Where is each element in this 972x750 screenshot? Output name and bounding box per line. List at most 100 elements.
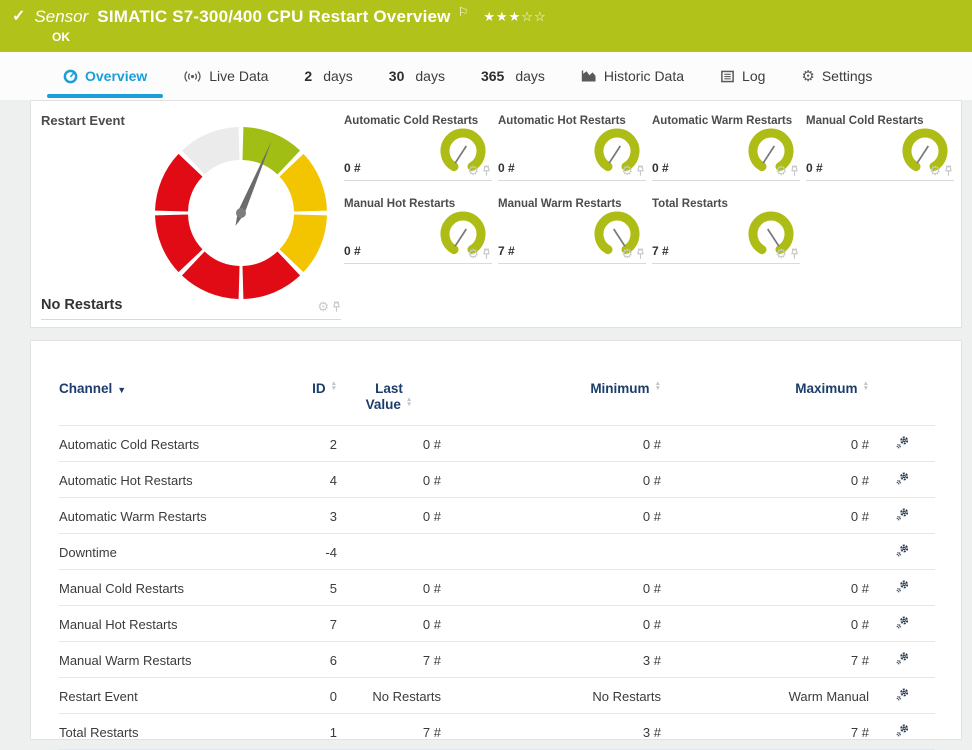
tab-overview[interactable]: Overview xyxy=(45,52,165,100)
gauges-panel: Restart Event No Restarts ⚙ Automatic Co… xyxy=(30,100,962,328)
channel-settings-icon xyxy=(895,723,910,738)
gear-icon[interactable]: ⚙ xyxy=(775,247,787,260)
pin-icon[interactable] xyxy=(790,248,799,260)
sort-toggle-icon[interactable]: ▲▼ xyxy=(863,381,869,391)
table-row: Manual Cold Restarts50 #0 #0 # xyxy=(59,570,935,606)
channels-panel: Channel▼ID▲▼Last Value▲▼Minimum▲▼Maximum… xyxy=(30,340,962,740)
cell-channel: Automatic Hot Restarts xyxy=(59,462,277,498)
cell-minimum: 0 # xyxy=(441,462,661,498)
cell-channel: Manual Cold Restarts xyxy=(59,570,277,606)
column-header-minimum[interactable]: Minimum▲▼ xyxy=(441,381,661,426)
mini-gauge-cell: Total Restarts7 #⚙ xyxy=(652,192,800,264)
object-kind-label: Sensor xyxy=(34,7,88,27)
tab-live-data[interactable]: Live Data xyxy=(165,52,286,100)
pin-icon[interactable] xyxy=(636,165,645,177)
mini-gauge-value: 0 # xyxy=(344,161,361,175)
channel-settings-button[interactable] xyxy=(895,471,910,489)
tab-label: Settings xyxy=(822,68,873,84)
cell-channel: Manual Hot Restarts xyxy=(59,606,277,642)
pin-icon[interactable] xyxy=(332,301,341,313)
gauge-cell-icons: ⚙ xyxy=(775,247,799,260)
sort-toggle-icon[interactable]: ▲▼ xyxy=(655,381,661,391)
channel-settings-button[interactable] xyxy=(895,651,910,669)
star-rating[interactable]: ★★★☆☆ xyxy=(483,9,546,25)
log-icon xyxy=(720,69,735,84)
column-header-channel[interactable]: Channel▼ xyxy=(59,381,277,426)
cell-channel: Total Restarts xyxy=(59,714,277,750)
channel-settings-icon xyxy=(895,435,910,450)
sort-desc-icon[interactable]: ▼ xyxy=(117,385,126,395)
gauge-icon xyxy=(63,69,78,84)
main-gauge-footer: No Restarts ⚙ xyxy=(41,297,341,320)
pin-icon[interactable] xyxy=(944,165,953,177)
content-area: Restart Event No Restarts ⚙ Automatic Co… xyxy=(0,100,972,730)
gear-icon[interactable]: ⚙ xyxy=(621,164,633,177)
column-header-maximum[interactable]: Maximum ▲▼ xyxy=(661,381,869,426)
pin-icon[interactable] xyxy=(790,165,799,177)
table-row: Total Restarts17 #3 #7 # xyxy=(59,714,935,750)
sort-toggle-icon[interactable]: ▲▼ xyxy=(406,397,412,407)
cell-id: -4 xyxy=(277,534,337,570)
cell-last-value: 0 # xyxy=(337,426,441,462)
tab-365-days[interactable]: 365days xyxy=(463,52,563,100)
column-header-label: ID xyxy=(312,381,326,396)
gear-icon[interactable]: ⚙ xyxy=(467,247,479,260)
channel-settings-button[interactable] xyxy=(895,723,910,741)
cell-last-value: 7 # xyxy=(337,642,441,678)
cell-maximum: 0 # xyxy=(661,498,869,534)
flag-icon[interactable]: ⚐ xyxy=(458,5,469,19)
cell-minimum: 3 # xyxy=(441,714,661,750)
cell-maximum: 0 # xyxy=(661,462,869,498)
tab-prefix: 2 xyxy=(304,68,312,84)
tab-2-days[interactable]: 2 days xyxy=(286,52,370,100)
pin-icon[interactable] xyxy=(482,165,491,177)
channel-settings-icon xyxy=(895,687,910,702)
column-header-id[interactable]: ID ▲▼ xyxy=(277,381,337,426)
cell-last-value: 0 # xyxy=(337,462,441,498)
channel-settings-button[interactable] xyxy=(895,507,910,525)
mini-gauge-value: 7 # xyxy=(652,244,669,258)
channel-settings-button[interactable] xyxy=(895,579,910,597)
gear-icon[interactable]: ⚙ xyxy=(317,300,329,313)
channel-settings-button[interactable] xyxy=(895,687,910,705)
cell-channel: Manual Warm Restarts xyxy=(59,642,277,678)
tab-30-days[interactable]: 30days xyxy=(371,52,463,100)
channel-settings-button[interactable] xyxy=(895,435,910,453)
mini-gauge-value: 0 # xyxy=(806,161,823,175)
cell-id: 2 xyxy=(277,426,337,462)
column-header-last-value[interactable]: Last Value▲▼ xyxy=(337,381,441,426)
tab-settings[interactable]: ⚙Settings xyxy=(783,52,890,100)
channel-settings-icon xyxy=(895,615,910,630)
cell-channel: Automatic Warm Restarts xyxy=(59,498,277,534)
cell-maximum: 7 # xyxy=(661,642,869,678)
tab-label: Live Data xyxy=(209,68,268,84)
gear-icon[interactable]: ⚙ xyxy=(929,164,941,177)
channel-settings-icon xyxy=(895,543,910,558)
channel-settings-button[interactable] xyxy=(895,615,910,633)
gauge-cell-icons: ⚙ xyxy=(467,247,491,260)
sensor-tab-bar: Overview Live Data 2 days 30days365daysHisto… xyxy=(0,52,972,100)
gauge-cell-icons: ⚙ xyxy=(775,164,799,177)
table-row: Automatic Hot Restarts40 #0 #0 # xyxy=(59,462,935,498)
gear-icon[interactable]: ⚙ xyxy=(467,164,479,177)
cell-minimum: 3 # xyxy=(441,642,661,678)
tab-historic-data[interactable]: Historic Data xyxy=(563,52,702,100)
cell-last-value xyxy=(337,534,441,570)
tab-label: days xyxy=(323,68,353,84)
mini-gauge-cell: Manual Cold Restarts0 #⚙ xyxy=(806,109,954,181)
gear-icon[interactable]: ⚙ xyxy=(621,247,633,260)
column-header-label: Maximum xyxy=(795,381,857,396)
cell-id: 7 xyxy=(277,606,337,642)
cell-last-value: 7 # xyxy=(337,714,441,750)
tab-prefix: 365 xyxy=(481,68,504,84)
gauge-cell-icons: ⚙ xyxy=(621,247,645,260)
restart-event-gauge[interactable] xyxy=(153,125,329,301)
pin-icon[interactable] xyxy=(636,248,645,260)
pin-icon[interactable] xyxy=(482,248,491,260)
channel-settings-button[interactable] xyxy=(895,543,910,561)
cell-minimum: 0 # xyxy=(441,570,661,606)
gear-icon[interactable]: ⚙ xyxy=(775,164,787,177)
sort-toggle-icon[interactable]: ▲▼ xyxy=(331,381,337,391)
tab-log[interactable]: Log xyxy=(702,52,783,100)
mini-gauge-value: 0 # xyxy=(344,244,361,258)
